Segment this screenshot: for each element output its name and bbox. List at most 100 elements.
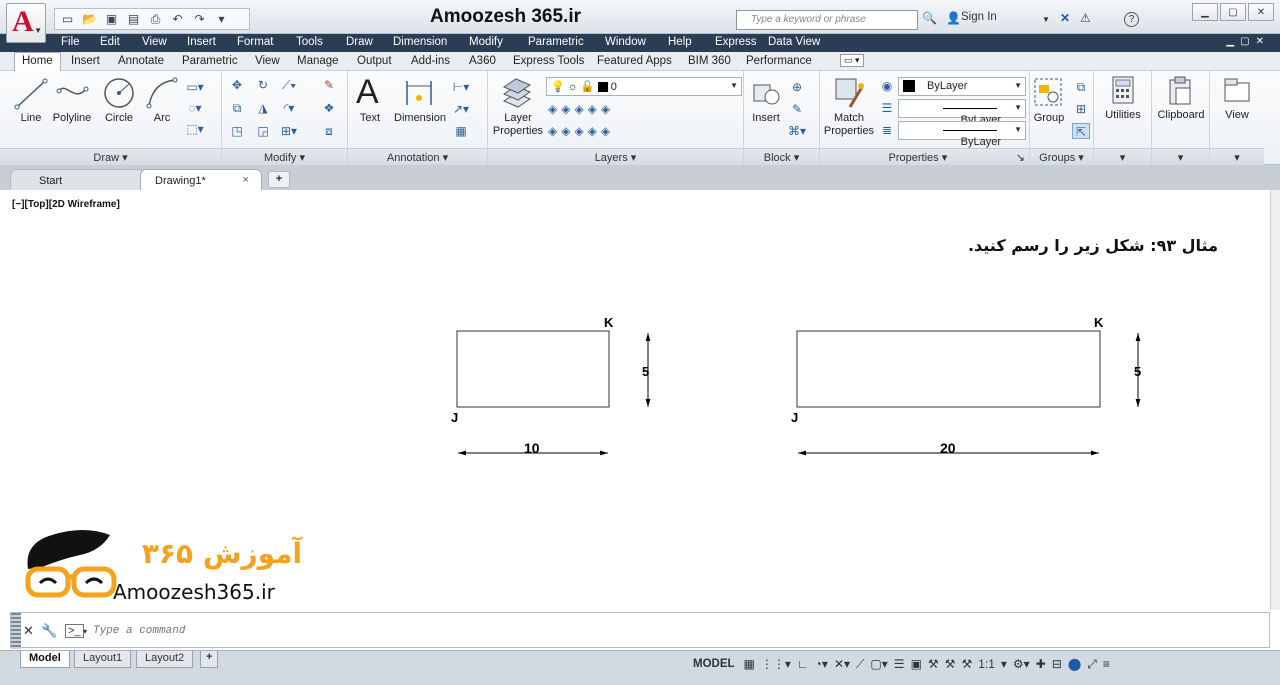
grid-icon[interactable]: ▦ <box>744 655 755 673</box>
text-icon[interactable]: A <box>356 73 379 112</box>
mirror-icon[interactable]: ◮ <box>254 100 272 116</box>
polyline-icon[interactable] <box>56 79 90 109</box>
dimension-icon[interactable] <box>404 78 434 108</box>
scale-chevron-icon[interactable]: ▾ <box>1001 655 1007 673</box>
osnap-icon[interactable]: ✕▾ <box>834 655 850 673</box>
command-line-grip[interactable] <box>11 613 21 649</box>
start-tab[interactable]: Start <box>10 169 145 190</box>
scale-icon[interactable]: ◲ <box>254 123 272 139</box>
view-expand[interactable]: ▾ <box>1210 148 1264 165</box>
fillet-icon[interactable]: ◜▾ <box>280 100 298 116</box>
transparency-icon[interactable]: ▣ <box>911 655 922 673</box>
match-properties-icon[interactable] <box>834 77 866 109</box>
create-block-icon[interactable]: ⊕ <box>788 79 806 95</box>
annotation-panel-title[interactable]: Annotation ▾ <box>348 148 487 165</box>
menu-view[interactable]: View <box>142 36 167 48</box>
edit-block-icon[interactable]: ✎ <box>788 101 806 117</box>
recent-commands-icon[interactable]: ▾ <box>83 627 87 636</box>
group-label[interactable]: Group <box>1030 112 1068 125</box>
circle-label[interactable]: Circle <box>98 112 140 125</box>
linetype-dropdown[interactable]: ByLayer ▼ <box>898 99 1026 126</box>
menu-modify[interactable]: Modify <box>469 36 503 48</box>
erase-icon[interactable]: ✎ <box>320 77 338 93</box>
group-edit-icon[interactable]: ⊞ <box>1072 101 1090 117</box>
rotate-icon[interactable]: ↻ <box>254 77 272 93</box>
menu-icon[interactable]: ≡ <box>1103 655 1110 673</box>
calculator-icon[interactable] <box>1111 76 1135 104</box>
clipboard-label[interactable]: Clipboard <box>1152 109 1210 122</box>
rectangle-icon[interactable]: ▭▾ <box>186 79 204 95</box>
tab-a360[interactable]: A360 <box>469 55 496 67</box>
block-attribute-icon[interactable]: ⌘▾ <box>788 123 806 139</box>
explode-icon[interactable]: ❖ <box>320 100 338 116</box>
copy-icon[interactable]: ⧉ <box>228 100 246 116</box>
layout-tab-layout1[interactable]: Layout1 <box>74 651 132 668</box>
workspace-dropdown-icon[interactable]: ▾ <box>212 11 231 28</box>
lineweight-dropdown[interactable]: ByLayer ▼ <box>898 121 1026 148</box>
arc-icon[interactable] <box>145 76 179 110</box>
open-icon[interactable]: 📂 <box>80 11 99 28</box>
command-input[interactable] <box>93 622 1193 640</box>
table-icon[interactable]: ▦ <box>452 123 470 139</box>
layer-dropdown[interactable]: 💡 ☼ 🔓 0 ▼ <box>546 77 742 96</box>
maximize-button[interactable]: ▢ <box>1220 3 1246 21</box>
search-input[interactable]: Type a keyword or phrase <box>736 10 918 30</box>
offset-icon[interactable]: ⧈ <box>320 123 338 139</box>
stretch-icon[interactable]: ◳ <box>228 123 246 139</box>
clipboard-expand[interactable]: ▾ <box>1152 148 1209 165</box>
arc-label[interactable]: Arc <box>143 112 181 125</box>
isometric-icon[interactable]: ⟋ <box>856 655 864 673</box>
utilities-label[interactable]: Utilities <box>1094 109 1152 122</box>
linear-dim-icon[interactable]: ⊢▾ <box>452 79 470 95</box>
lineweight-toggle-icon[interactable]: ☰ <box>894 655 905 673</box>
exchange-icon[interactable]: ✕ <box>1060 11 1070 25</box>
draw-panel-title[interactable]: Draw ▾ <box>0 148 221 165</box>
view-icon[interactable] <box>1223 77 1251 103</box>
move-icon[interactable]: ✥ <box>228 77 246 93</box>
hardware-accel-icon[interactable]: ⬤ <box>1068 655 1081 673</box>
block-panel-title[interactable]: Block ▾ <box>744 148 819 165</box>
dimension-label[interactable]: Dimension <box>392 112 448 125</box>
trim-icon[interactable]: ⟋▾ <box>280 77 298 93</box>
new-icon[interactable]: ▭ <box>58 11 77 28</box>
color-dropdown[interactable]: ByLayer ▼ <box>898 77 1026 96</box>
tab-bim-360[interactable]: BIM 360 <box>688 55 731 67</box>
customize-command-icon[interactable]: 🔧 <box>41 623 57 639</box>
menu-express[interactable]: Express <box>715 36 757 48</box>
monitor-icon[interactable]: ⊟ <box>1052 655 1062 673</box>
ortho-icon[interactable]: ∟ <box>797 655 809 673</box>
text-label[interactable]: Text <box>352 112 388 125</box>
annotation-object-icon[interactable]: ▢▾ <box>870 655 887 673</box>
vertical-scrollbar[interactable] <box>1270 190 1280 610</box>
sign-in-button[interactable]: Sign In <box>961 11 997 23</box>
menu-tools[interactable]: Tools <box>296 36 323 48</box>
new-tab-button[interactable]: + <box>268 171 290 188</box>
match-properties-label[interactable]: Match Properties <box>820 112 878 138</box>
menu-data-view[interactable]: Data View <box>768 36 820 48</box>
scale-dropdown[interactable]: 1:1 <box>978 655 995 673</box>
tab-express-tools[interactable]: Express Tools <box>513 55 584 67</box>
drawing-tab[interactable]: Drawing1* × <box>140 169 262 190</box>
ungroup-icon[interactable]: ⧉ <box>1072 79 1090 95</box>
line-icon[interactable] <box>14 77 48 111</box>
tab-parametric[interactable]: Parametric <box>182 55 238 67</box>
tab-performance[interactable]: Performance <box>746 55 812 67</box>
layers-panel-title[interactable]: Layers ▾ <box>488 148 743 165</box>
snap-icon[interactable]: ⋮⋮▾ <box>761 655 791 673</box>
layer-tools-row1[interactable]: ◈◈◈◈◈ <box>548 101 658 117</box>
menu-help[interactable]: Help <box>668 36 692 48</box>
print-icon[interactable]: ⎙ <box>146 11 165 28</box>
sign-in-dropdown-icon[interactable]: ▼ <box>1042 15 1050 24</box>
properties-panel-title[interactable]: Properties ▾ ↘ <box>820 148 1029 165</box>
close-button[interactable]: ✕ <box>1248 3 1274 21</box>
menu-format[interactable]: Format <box>237 36 273 48</box>
group-select-icon[interactable]: ⇱ <box>1072 123 1090 139</box>
annotation-visibility-icon[interactable]: ⚒ <box>945 655 956 673</box>
drawing-canvas[interactable]: [−][Top][2D Wireframe] مثال ۹۳: شکل زیر … <box>10 190 1270 610</box>
view-label[interactable]: View <box>1210 109 1264 122</box>
mdi-window-controls[interactable]: ▁▢✕ <box>1226 36 1270 47</box>
undo-icon[interactable]: ↶ <box>168 11 187 28</box>
hatch-icon[interactable]: ◌▾ <box>186 100 204 116</box>
layout-tab-model[interactable]: Model <box>20 651 70 668</box>
tab-manage[interactable]: Manage <box>297 55 339 67</box>
